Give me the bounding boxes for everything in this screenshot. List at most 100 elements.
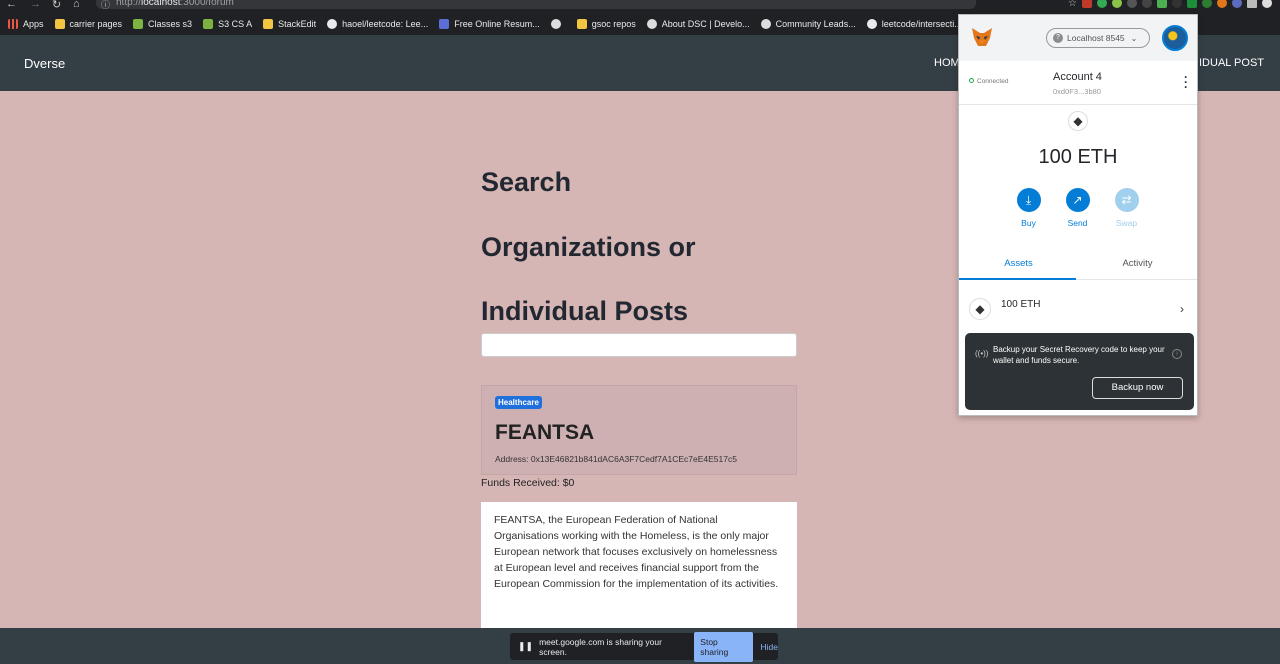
url-host: localhost (141, 0, 181, 8)
bookmark-item[interactable]: haoel/leetcode: Lee... (327, 18, 429, 29)
wallet-tabs: Assets Activity (959, 252, 1197, 280)
extension-icon[interactable] (1157, 0, 1167, 8)
bookmark-item[interactable]: About DSC | Develo... (646, 18, 750, 29)
account-name[interactable]: Account 4 (1053, 71, 1102, 83)
status-dot-icon (969, 78, 974, 83)
bookmark-item[interactable]: leetcode/intersecti... (866, 18, 962, 29)
search-input[interactable] (481, 333, 797, 357)
bookmark-item[interactable]: carrier pages (54, 18, 123, 29)
profile-icon[interactable] (1262, 0, 1272, 8)
account-address[interactable]: 0xd0F3...3b80 (1053, 87, 1101, 96)
network-selector[interactable]: ? Localhost 8545 ⌄ (1046, 28, 1150, 48)
send-label: Send (1067, 218, 1088, 228)
backup-reminder: ((•)) Backup your Secret Recovery code t… (965, 333, 1194, 410)
info-icon[interactable]: i (1172, 349, 1182, 359)
metamask-fox-icon[interactable] (1217, 0, 1227, 8)
extension-icon[interactable] (1172, 0, 1182, 8)
brand-logo[interactable]: Dverse (24, 56, 65, 71)
category-badge: Healthcare (495, 396, 542, 409)
bookmark-item[interactable]: Apps (8, 18, 44, 29)
screen-share-bar: ❚❚ meet.google.com is sharing your scree… (510, 631, 778, 662)
extension-icon[interactable] (1112, 0, 1122, 8)
organization-description: FEANTSA, the European Federation of Nati… (481, 502, 797, 642)
puzzle-icon[interactable] (1247, 0, 1257, 8)
extension-icon[interactable] (1187, 0, 1197, 8)
funds-received: Funds Received: $0 (481, 477, 575, 489)
ethereum-icon: ◆ (969, 298, 991, 320)
nav-link-home[interactable]: HOM (934, 57, 960, 69)
organization-card-header[interactable]: Healthcare FEANTSA Address: 0x13E46821b8… (481, 385, 797, 475)
tab-assets[interactable]: Assets (959, 258, 1078, 269)
metamask-fox-icon (972, 28, 992, 46)
bookmark-label: Free Online Resum... (454, 18, 540, 29)
bookmark-star-icon[interactable]: ☆ (1068, 0, 1077, 9)
hide-button[interactable]: Hide (761, 642, 778, 652)
github-icon (327, 18, 338, 29)
download-icon: ⤓ (1016, 188, 1041, 212)
bookmark-item[interactable]: Free Online Resum... (439, 18, 540, 29)
broadcast-icon: ((•)) (975, 349, 989, 358)
bookmark-label: leetcode/intersecti... (881, 18, 962, 29)
send-button[interactable]: ↗ Send (1065, 188, 1090, 228)
backup-now-button[interactable]: Backup now (1092, 377, 1183, 399)
bookmark-label: StackEdit (278, 18, 317, 29)
bookmark-item[interactable] (550, 18, 566, 29)
bookmark-item[interactable]: Community Leads... (760, 18, 856, 29)
more-options-icon[interactable]: · · · (1183, 71, 1189, 93)
bookmark-label: Community Leads... (775, 18, 856, 29)
network-name: Localhost 8545 (1067, 33, 1125, 43)
tab-activity[interactable]: Activity (1078, 258, 1197, 269)
bookmark-item[interactable]: S3 CS A (203, 18, 253, 29)
backup-message: Backup your Secret Recovery code to keep… (993, 345, 1165, 365)
extension-icon[interactable] (1232, 0, 1242, 8)
asset-row[interactable]: ◆ 100 ETH › (959, 290, 1197, 330)
dsc-icon (646, 18, 657, 29)
account-avatar[interactable] (1162, 25, 1188, 51)
stop-sharing-button[interactable]: Stop sharing (694, 631, 753, 662)
network-question-icon: ? (1053, 33, 1063, 43)
bookmark-item[interactable]: Classes s3 (133, 18, 193, 29)
bookmark-label: Apps (23, 18, 44, 29)
address-bar[interactable]: http://localhost:3000/forum (96, 0, 976, 9)
url-path: :3000/forum (180, 0, 234, 8)
globe-icon (550, 18, 561, 29)
back-arrow-icon[interactable]: ← (6, 0, 17, 10)
wallet-actions: ⤓ Buy ↗ Send ⇄ Swap (1016, 188, 1139, 228)
active-tab-indicator (959, 278, 1076, 280)
bookmark-item[interactable]: gsoc repos (576, 18, 636, 29)
extension-icon[interactable] (1082, 0, 1092, 8)
page-title: Search Organizations or Individual Posts (481, 150, 811, 344)
folder-icon (576, 18, 587, 29)
asset-balance: 100 ETH (1001, 299, 1041, 310)
bookmark-label: haoel/leetcode: Lee... (342, 18, 429, 29)
bookmark-label: carrier pages (69, 18, 123, 29)
chevron-right-icon: › (1180, 302, 1184, 316)
pause-icon: ❚❚ (518, 641, 534, 651)
nav-link-individual-post[interactable]: IDUAL POST (1199, 57, 1264, 69)
bookmark-label: Classes s3 (148, 18, 193, 29)
site-info-icon[interactable]: ⓘ (101, 0, 110, 11)
extensions-toolbar: ☆ (1068, 0, 1280, 9)
connection-status[interactable]: Connected (969, 78, 1008, 85)
page-title-line: Search (481, 167, 572, 197)
buy-button[interactable]: ⤓ Buy (1016, 188, 1041, 228)
dsc-icon (760, 18, 771, 29)
forward-arrow-icon[interactable]: → (30, 0, 41, 10)
grammarly-icon[interactable] (1097, 0, 1107, 8)
extension-icon[interactable] (1127, 0, 1137, 8)
extension-icon[interactable] (1142, 0, 1152, 8)
organization-name: FEANTSA (495, 421, 595, 444)
metamask-header: ? Localhost 8545 ⌄ (959, 15, 1197, 61)
bookmark-label: S3 CS A (218, 18, 253, 29)
reload-icon[interactable]: ↻ (52, 0, 61, 11)
swap-label: Swap (1115, 218, 1138, 228)
bookmark-item[interactable]: StackEdit (263, 18, 317, 29)
url-scheme: http:// (116, 0, 142, 8)
home-icon[interactable]: ⌂ (73, 0, 80, 10)
buy-label: Buy (1021, 218, 1036, 228)
extension-icon[interactable] (1202, 0, 1212, 8)
swap-button[interactable]: ⇄ Swap (1114, 188, 1139, 228)
page-title-line: Organizations or (481, 231, 696, 262)
connection-status-label: Connected (977, 78, 1009, 85)
swap-icon: ⇄ (1114, 188, 1139, 212)
